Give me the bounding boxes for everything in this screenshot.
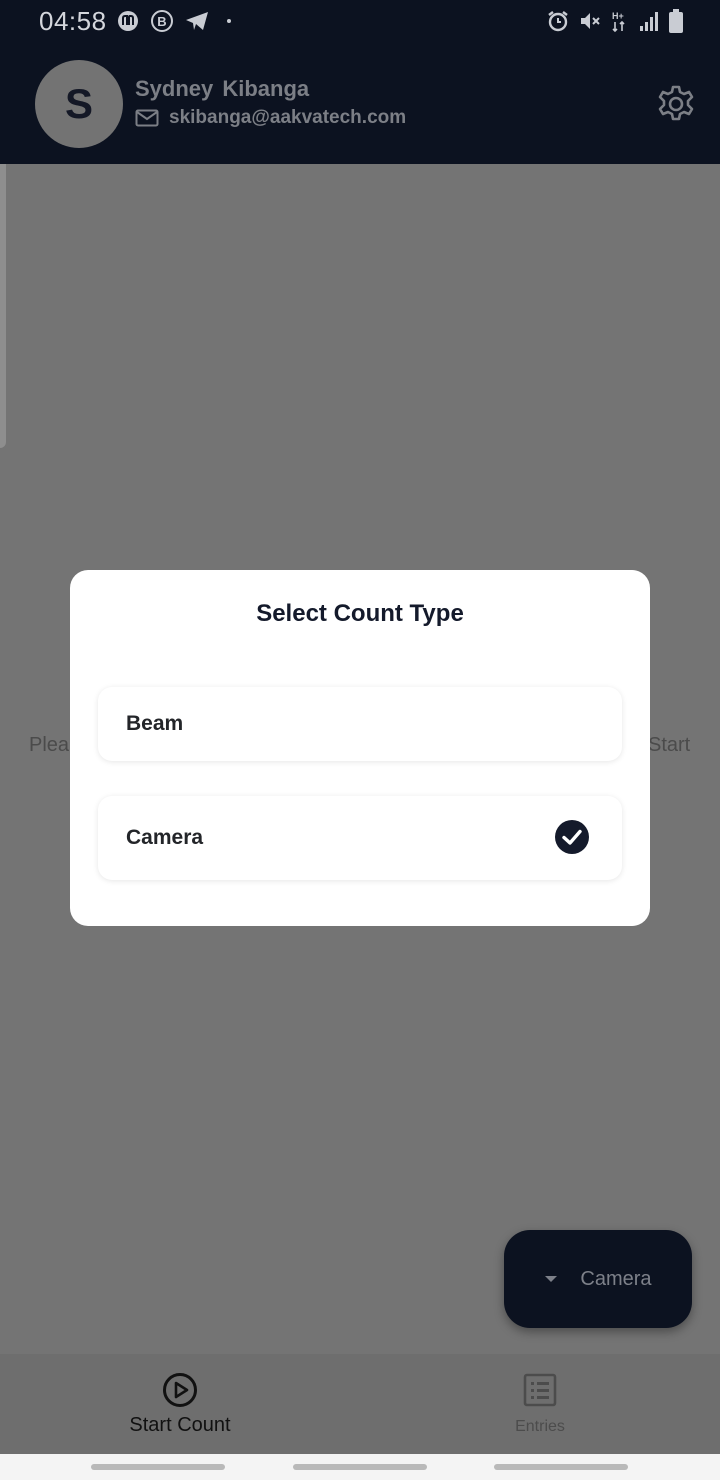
user-email-row: skibanga@aakvatech.com bbox=[135, 107, 406, 129]
nav-label: Entries bbox=[515, 1418, 565, 1435]
user-email: skibanga@aakvatech.com bbox=[169, 107, 407, 128]
app-header: 04:58 B H+ S Sydney Kibanga skibanga@aak… bbox=[0, 0, 720, 164]
option-beam[interactable]: Beam bbox=[98, 687, 622, 761]
option-label: Camera bbox=[126, 826, 204, 849]
nav-item-start-count[interactable]: Start Count bbox=[0, 1354, 360, 1454]
list-icon bbox=[523, 1373, 557, 1407]
side-drawer-handle[interactable] bbox=[0, 164, 6, 448]
status-left-icons: B bbox=[116, 9, 238, 33]
mail-icon bbox=[135, 109, 159, 127]
status-time: 04:58 bbox=[39, 6, 107, 36]
option-label: Beam bbox=[126, 712, 184, 735]
user-name: Sydney Kibanga bbox=[135, 76, 310, 101]
bottom-nav: Start Count Entries bbox=[0, 1354, 720, 1454]
status-bar: 04:58 B H+ bbox=[0, 0, 720, 44]
play-circle-icon bbox=[163, 1373, 197, 1407]
dialog-title: Select Count Type bbox=[256, 600, 464, 627]
gesture-pill-back[interactable] bbox=[494, 1464, 628, 1470]
svg-text:H+: H+ bbox=[612, 11, 624, 21]
fab-label: Camera bbox=[580, 1267, 652, 1290]
dot-icon bbox=[227, 19, 231, 23]
mute-icon bbox=[581, 13, 600, 29]
settings-icon[interactable] bbox=[656, 84, 696, 124]
b-circle-icon: B bbox=[151, 10, 173, 32]
gesture-pill-home[interactable] bbox=[293, 1464, 427, 1470]
alarm-icon bbox=[548, 11, 568, 32]
notification-app-icon bbox=[118, 11, 138, 31]
background-text-right: Start bbox=[648, 734, 691, 756]
nav-item-entries[interactable]: Entries bbox=[360, 1354, 720, 1454]
network-hplus-icon: H+ bbox=[612, 11, 625, 33]
telegram-icon bbox=[186, 12, 208, 30]
select-count-type-dialog: Select Count Type Beam Camera bbox=[70, 570, 650, 926]
status-right-icons: H+ bbox=[546, 8, 684, 34]
check-circle-icon bbox=[555, 820, 589, 854]
signal-icon bbox=[640, 12, 658, 31]
gesture-navigation-bar bbox=[0, 1454, 720, 1480]
background-text-left: Plea bbox=[29, 734, 70, 756]
count-type-fab[interactable]: Camera bbox=[504, 1230, 692, 1328]
svg-text:B: B bbox=[157, 14, 166, 29]
avatar[interactable]: S bbox=[35, 60, 123, 148]
option-camera[interactable]: Camera bbox=[98, 796, 622, 880]
caret-down-icon bbox=[545, 1276, 558, 1282]
nav-label: Start Count bbox=[129, 1414, 231, 1436]
gesture-pill-recent[interactable] bbox=[91, 1464, 225, 1470]
battery-icon bbox=[669, 9, 683, 33]
